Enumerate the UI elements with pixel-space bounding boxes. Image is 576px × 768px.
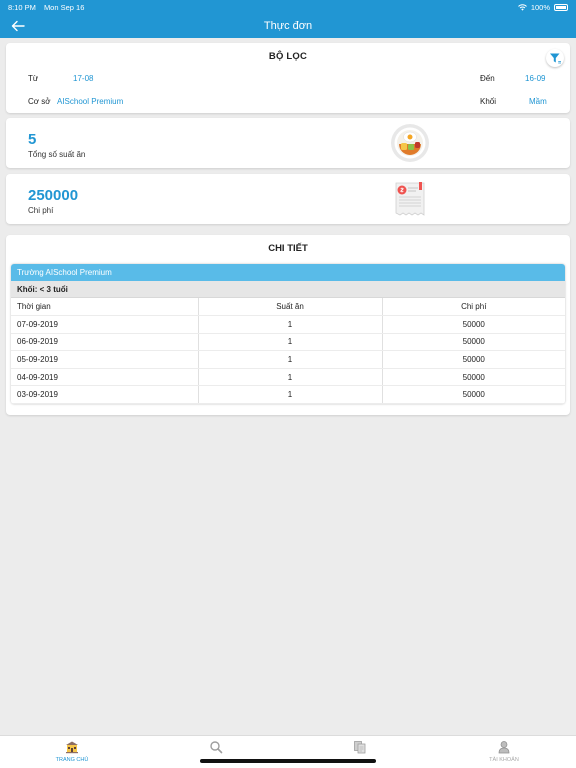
detail-title: CHI TIẾT: [268, 243, 308, 254]
to-label: Đến: [480, 74, 495, 83]
column-header-meals: Suất ăn: [198, 298, 383, 317]
row-meals: 1: [198, 368, 383, 387]
funnel-icon: [549, 53, 561, 63]
grade-group: Khối: < 3 tuổi: [11, 281, 565, 298]
row-meals: 1: [198, 385, 383, 404]
facility-label: Cơ sở: [28, 97, 51, 106]
column-header-date: Thời gian: [11, 298, 199, 317]
tab-search[interactable]: [144, 736, 288, 768]
account-icon: [498, 741, 510, 754]
cost-label: Chi phí: [28, 206, 54, 215]
row-date: 04-09-2019: [11, 368, 199, 387]
from-date-picker[interactable]: 17-08: [73, 74, 93, 83]
table-row: 07-09-2019 1 50000: [11, 315, 565, 334]
battery-percent: 100%: [530, 2, 550, 12]
grade-select[interactable]: Mầm: [529, 97, 547, 106]
search-icon: [210, 741, 223, 754]
row-cost: 50000: [382, 368, 565, 387]
row-date: 05-09-2019: [11, 350, 199, 369]
back-arrow-icon[interactable]: [10, 18, 26, 34]
table-row: 06-09-2019 1 50000: [11, 333, 565, 352]
tab-account-label: TÀI KHOẢN: [489, 757, 519, 763]
receipt-icon: [395, 182, 425, 216]
status-time: 8:10 PM: [8, 2, 36, 12]
documents-icon: [354, 741, 366, 754]
meals-count: 5: [28, 131, 37, 148]
row-cost: 50000: [382, 350, 565, 369]
row-cost: 50000: [382, 333, 565, 352]
tab-account[interactable]: TÀI KHOẢN: [432, 736, 576, 768]
meals-summary-card: 5 Tổng số suất ăn: [6, 118, 570, 168]
table-row: 05-09-2019 1 50000: [11, 350, 565, 369]
row-date: 06-09-2019: [11, 333, 199, 352]
detail-card: CHI TIẾT Trường AISchool Premium Khối: <…: [6, 235, 570, 415]
page-title: Thực đơn: [263, 20, 313, 32]
row-meals: 1: [198, 333, 383, 352]
to-date-picker[interactable]: 16-09: [525, 74, 545, 83]
wifi-icon: [517, 3, 527, 11]
table-row: 03-09-2019 1 50000: [11, 385, 565, 404]
tab-bar: TRANG CHỦ TÀI KHOẢN: [0, 735, 576, 768]
row-date: 03-09-2019: [11, 385, 199, 404]
cost-amount: 250000: [28, 187, 79, 204]
cost-summary-card: 250000 Chi phí: [6, 174, 570, 224]
filter-card: BỘ LỌC Từ 17-08 Đến 16-09 Cơ sở AISchool…: [6, 43, 570, 113]
status-bar: 8:10 PM Mon Sep 16 100%: [0, 0, 576, 14]
school-icon: [66, 741, 78, 754]
facility-select[interactable]: AISchool Premium: [57, 97, 123, 106]
meals-label: Tổng số suất ăn: [28, 150, 86, 159]
row-meals: 1: [198, 350, 383, 369]
school-panel: Trường AISchool Premium Khối: < 3 tuổi T…: [11, 264, 565, 404]
filter-button[interactable]: [546, 49, 564, 67]
row-meals: 1: [198, 315, 383, 334]
nav-bar: Thực đơn: [0, 14, 576, 38]
battery-icon: [554, 3, 568, 11]
row-cost: 50000: [382, 385, 565, 404]
tab-home-label: TRANG CHỦ: [55, 757, 89, 763]
filter-title: BỘ LỌC: [268, 51, 308, 62]
row-cost: 50000: [382, 315, 565, 334]
meal-table: Thời gian Suất ăn Chi phí 07-09-2019 1 5…: [11, 298, 565, 404]
status-date: Mon Sep 16: [43, 2, 85, 12]
tab-documents[interactable]: [288, 736, 432, 768]
row-date: 07-09-2019: [11, 315, 199, 334]
column-header-cost: Chi phí: [382, 298, 565, 317]
food-plate-icon: [391, 124, 429, 162]
school-name: Trường AISchool Premium: [11, 264, 565, 281]
table-header-row: Thời gian Suất ăn Chi phí: [11, 298, 565, 317]
grade-label: Khối: [480, 97, 497, 106]
table-row: 04-09-2019 1 50000: [11, 368, 565, 387]
home-indicator: [200, 759, 376, 763]
from-label: Từ: [28, 74, 39, 83]
tab-home[interactable]: TRANG CHỦ: [0, 736, 144, 768]
